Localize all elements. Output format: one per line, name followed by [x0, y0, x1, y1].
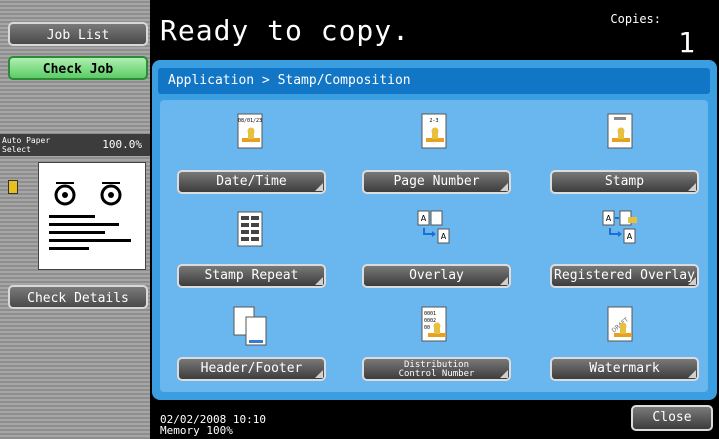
registered-overlay-label: Registered Overlay — [554, 268, 695, 283]
registered-overlay-button[interactable]: Registered Overlay — [550, 264, 699, 288]
distribution-number-icon[interactable]: 0001 0002 00 — [414, 305, 454, 345]
header-footer-icon[interactable] — [230, 305, 270, 346]
distribution-control-number-button[interactable]: Distribution Control Number — [362, 357, 511, 381]
stamp-repeat-label: Stamp Repeat — [204, 268, 299, 283]
icon-text: 2-3 — [429, 118, 438, 124]
page-preview — [38, 162, 146, 270]
zoom-value: 100.0% — [102, 138, 142, 151]
icon-text: 08/01/23 — [238, 118, 262, 124]
page-number-stamp-icon[interactable]: 2-3 — [414, 112, 454, 152]
breadcrumb: Application > Stamp/Composition — [158, 68, 710, 94]
check-details-button[interactable]: Check Details — [8, 285, 148, 309]
page-number-button[interactable]: Page Number — [362, 170, 511, 194]
watermark-icon[interactable]: DRAFT — [600, 305, 640, 345]
date-time-button[interactable]: Date/Time — [177, 170, 326, 194]
svg-text:00: 00 — [424, 325, 430, 331]
left-sidebar: Job List Check Job Auto Paper Select 100… — [0, 0, 150, 439]
date-time-label: Date/Time — [216, 174, 287, 189]
paper-zoom-bar: Auto Paper Select 100.0% — [0, 134, 150, 156]
icon-text: 0001 — [424, 311, 436, 317]
copies-count: 1 — [678, 26, 695, 59]
paper-tray-icon — [8, 180, 18, 194]
paper-select-label: Auto Paper Select — [2, 136, 51, 154]
svg-text:A: A — [627, 232, 633, 241]
overlay-label: Overlay — [409, 268, 464, 283]
icon-text: A — [606, 214, 612, 223]
date-time-memory: 02/02/2008 10:10 Memory 100% — [160, 414, 266, 436]
stamp-repeat-button[interactable]: Stamp Repeat — [177, 264, 326, 288]
job-list-button[interactable]: Job List — [8, 22, 148, 46]
header-footer-button[interactable]: Header/Footer — [177, 357, 326, 381]
stamp-button[interactable]: Stamp — [550, 170, 699, 194]
distribution-label-line2: Control Number — [398, 369, 475, 379]
stamp-label: Stamp — [604, 174, 645, 189]
overlay-icon[interactable]: A A — [414, 208, 454, 248]
document-preview-icon — [49, 182, 131, 250]
watermark-button[interactable]: Watermark — [550, 357, 699, 381]
header-footer-label: Header/Footer — [200, 361, 303, 376]
svg-text:0002: 0002 — [424, 318, 436, 324]
bottom-status-bar: 02/02/2008 10:10 Memory 100% Close — [150, 402, 719, 439]
svg-text:A: A — [441, 232, 447, 241]
registered-overlay-icon[interactable]: A A — [600, 208, 640, 248]
stamp-icon[interactable] — [600, 112, 640, 152]
function-grid: 08/01/23 Date/Time 2-3 Page Number Stamp… — [160, 100, 708, 392]
close-button[interactable]: Close — [631, 405, 713, 431]
check-job-button[interactable]: Check Job — [8, 56, 148, 80]
watermark-label: Watermark — [589, 361, 660, 376]
status-message: Ready to copy. — [160, 14, 411, 47]
copies-label: Copies: — [610, 12, 661, 26]
icon-text: A — [421, 214, 427, 223]
memory-text: Memory 100% — [160, 424, 233, 437]
page-number-label: Page Number — [393, 174, 480, 189]
overlay-button[interactable]: Overlay — [362, 264, 511, 288]
stamp-repeat-icon[interactable] — [230, 210, 270, 250]
status-bar: Ready to copy. Copies: 1 — [150, 0, 719, 59]
date-time-stamp-icon[interactable]: 08/01/23 — [230, 112, 270, 152]
stamp-composition-panel: Application > Stamp/Composition 08/01/23… — [152, 60, 717, 400]
